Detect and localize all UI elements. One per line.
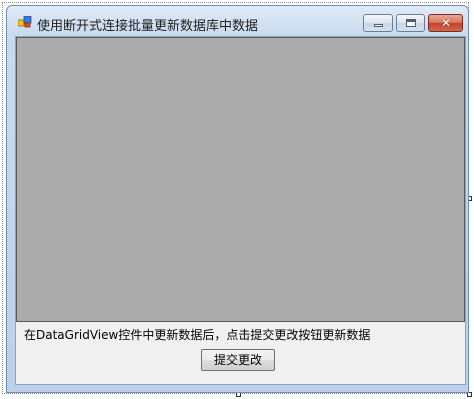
data-grid-view[interactable] bbox=[16, 37, 465, 322]
form-client-area: 在DataGridView控件中更新数据后，点击提交更改按钮更新数据 提交更改 bbox=[15, 36, 466, 385]
close-icon: ✕ bbox=[440, 16, 452, 30]
minimize-button[interactable] bbox=[363, 14, 393, 32]
title-bar[interactable]: 使用断开式连接批量更新数据库中数据 ✕ bbox=[7, 6, 468, 36]
submit-changes-button[interactable]: 提交更改 bbox=[201, 349, 275, 371]
form-window: 使用断开式连接批量更新数据库中数据 ✕ 在DataGridView控件中更新数据… bbox=[6, 5, 469, 393]
window-title: 使用断开式连接批量更新数据库中数据 bbox=[37, 19, 259, 34]
close-button[interactable]: ✕ bbox=[428, 14, 463, 32]
maximize-button[interactable] bbox=[396, 14, 425, 32]
maximize-icon bbox=[406, 19, 416, 27]
instruction-label: 在DataGridView控件中更新数据后，点击提交更改按钮更新数据 bbox=[24, 328, 371, 342]
form-app-icon bbox=[18, 16, 32, 28]
minimize-icon bbox=[374, 24, 383, 27]
